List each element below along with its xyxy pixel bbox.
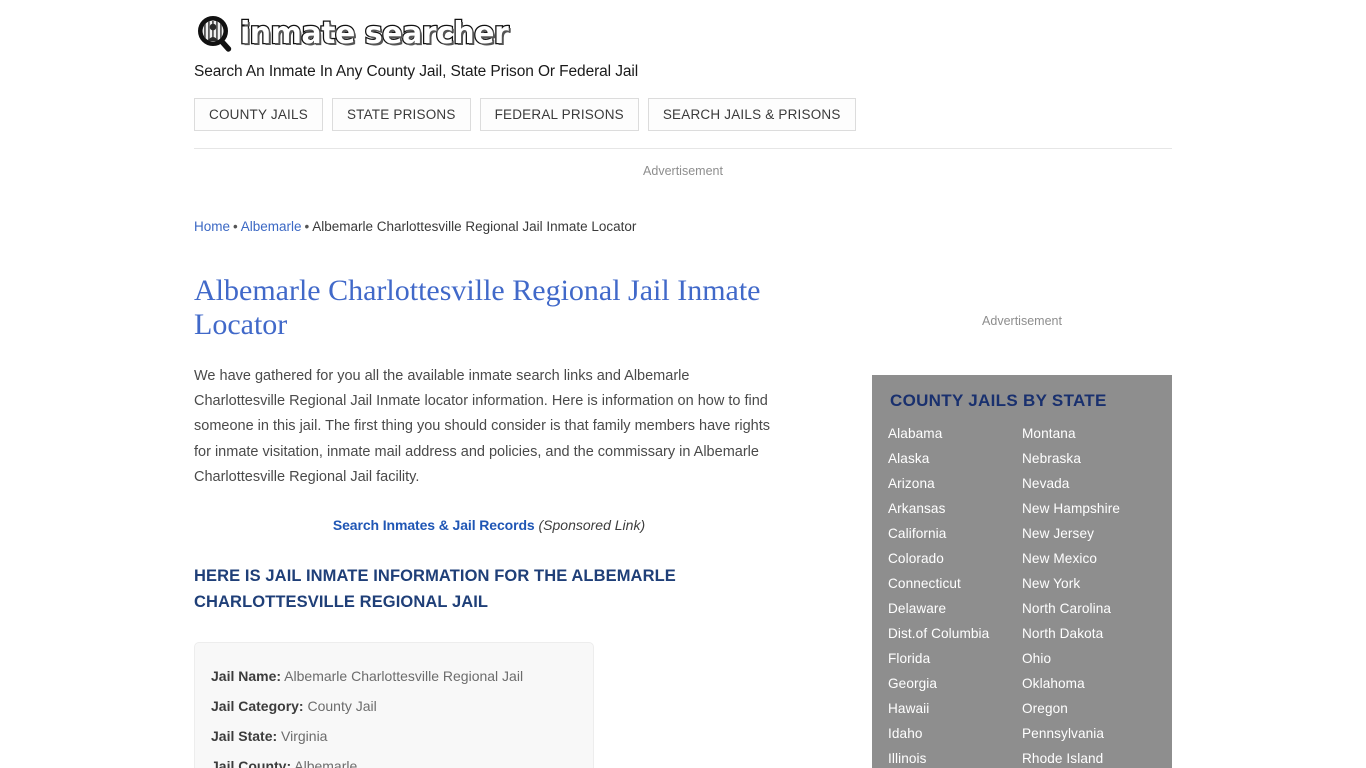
header-divider	[194, 148, 1172, 149]
state-link[interactable]: Connecticut	[888, 571, 1022, 596]
sidebar: COUNTY JAILS BY STATE Alabama Alaska Arizo…	[872, 375, 1172, 768]
state-link[interactable]: Oklahoma	[1022, 671, 1156, 696]
breadcrumb-separator-1: •	[233, 219, 238, 234]
nav-search-jails-prisons[interactable]: SEARCH JAILS & PRISONS	[647, 98, 856, 131]
info-label-jail-county: Jail County:	[211, 758, 292, 768]
state-link[interactable]: Florida	[888, 646, 1022, 671]
info-label-jail-name: Jail Name:	[211, 668, 282, 685]
state-link[interactable]: Rhode Island	[1022, 746, 1156, 768]
state-link[interactable]: Idaho	[888, 721, 1022, 746]
nav-federal-prisons[interactable]: FEDERAL PRISONS	[479, 98, 639, 131]
state-link[interactable]: Montana	[1022, 421, 1156, 446]
state-link[interactable]: Hawaii	[888, 696, 1022, 721]
state-link[interactable]: Delaware	[888, 596, 1022, 621]
state-link[interactable]: New Mexico	[1022, 546, 1156, 571]
search-inmates-records-link[interactable]: Search Inmates & Jail Records	[333, 517, 535, 533]
state-link[interactable]: New Jersey	[1022, 521, 1156, 546]
state-link[interactable]: California	[888, 521, 1022, 546]
state-link[interactable]: North Carolina	[1022, 596, 1156, 621]
state-link[interactable]: Illinois	[888, 746, 1022, 768]
state-links-column-left: Alabama Alaska Arizona Arkansas California Co…	[888, 421, 1022, 768]
sidebar-advertisement-label: Advertisement	[982, 314, 1062, 328]
state-link[interactable]: New Hampshire	[1022, 496, 1156, 521]
state-link[interactable]: Oregon	[1022, 696, 1156, 721]
state-link[interactable]: Georgia	[888, 671, 1022, 696]
info-row-jail-county: Jail County: Albemarle	[211, 751, 577, 768]
info-row-jail-name: Jail Name: Albemarle Charlottesville Reg…	[211, 661, 577, 691]
site-tagline: Search An Inmate In Any County Jail, Sta…	[194, 63, 639, 80]
page-title: Albemarle Charlottesville Regional Jail …	[194, 274, 761, 341]
intro-paragraph: We have gathered for you all the availab…	[194, 368, 770, 485]
sidebar-advertisement-slot: Advertisement	[872, 314, 1172, 328]
state-link[interactable]: Colorado	[888, 546, 1022, 571]
sponsored-note: (Sponsored Link)	[538, 517, 646, 534]
state-links-column-right: Montana Nebraska Nevada New Hampshire New Je…	[1022, 421, 1156, 768]
county-jails-by-state-box: COUNTY JAILS BY STATE Alabama Alaska Arizo…	[872, 375, 1172, 768]
top-advertisement-slot: Advertisement	[194, 164, 1172, 178]
state-link[interactable]: Arizona	[888, 471, 1022, 496]
nav-state-prisons[interactable]: STATE PRISONS	[331, 98, 471, 131]
sidebar-title: COUNTY JAILS BY STATE	[890, 391, 1107, 410]
breadcrumb-separator-2: •	[304, 219, 310, 234]
info-value-jail-county: Albemarle	[294, 758, 358, 768]
info-label-jail-category: Jail Category:	[211, 698, 304, 715]
state-link[interactable]: New York	[1022, 571, 1156, 596]
main-navigation: COUNTY JAILS STATE PRISONS FEDERAL PRISO…	[194, 98, 856, 131]
breadcrumb-home-link[interactable]: Home	[194, 219, 230, 234]
state-link[interactable]: Pennsylvania	[1022, 721, 1156, 746]
breadcrumb-county-link[interactable]: Albemarle	[241, 219, 302, 234]
breadcrumb: Home • Albemarle • Albemarle Charlottesville…	[194, 218, 814, 236]
state-link[interactable]: Nevada	[1022, 471, 1156, 496]
sponsored-link-row: Search Inmates & Jail Records (Sponsored…	[194, 517, 784, 533]
info-value-jail-category: County Jail	[307, 698, 377, 715]
info-row-jail-state: Jail State: Virginia	[211, 721, 577, 751]
state-link[interactable]: Alabama	[888, 421, 1022, 446]
state-link[interactable]: Nebraska	[1022, 446, 1156, 471]
main-content: Home • Albemarle • Albemarle Charlottesville…	[194, 218, 814, 768]
page-root: inmate searcher Search An Inmate In Any …	[0, 0, 1366, 768]
state-links-columns: Alabama Alaska Arizona Arkansas California Co…	[888, 421, 1156, 768]
site-logo[interactable]: inmate searcher	[194, 12, 1174, 56]
info-value-jail-state: Virginia	[281, 728, 328, 745]
info-label-jail-state: Jail State:	[211, 728, 278, 745]
logo-text: inmate searcher	[239, 15, 510, 53]
site-header: inmate searcher Search An Inmate In Any …	[194, 12, 1174, 81]
state-link[interactable]: Arkansas	[888, 496, 1022, 521]
magnifier-jail-icon	[194, 14, 238, 54]
info-row-jail-category: Jail Category: County Jail	[211, 691, 577, 721]
state-link[interactable]: North Dakota	[1022, 621, 1156, 646]
state-link[interactable]: Alaska	[888, 446, 1022, 471]
state-link[interactable]: Dist.of Columbia	[888, 621, 1022, 646]
top-advertisement-label: Advertisement	[643, 164, 723, 178]
section-heading: HERE IS JAIL INMATE INFORMATION FOR THE …	[194, 567, 676, 612]
breadcrumb-current: Albemarle Charlottesville Regional Jail …	[312, 219, 637, 234]
jail-info-box: Jail Name: Albemarle Charlottesville Reg…	[194, 642, 594, 768]
state-link[interactable]: Ohio	[1022, 646, 1156, 671]
nav-county-jails[interactable]: COUNTY JAILS	[194, 98, 323, 131]
info-value-jail-name: Albemarle Charlottesville Regional Jail	[284, 668, 524, 685]
